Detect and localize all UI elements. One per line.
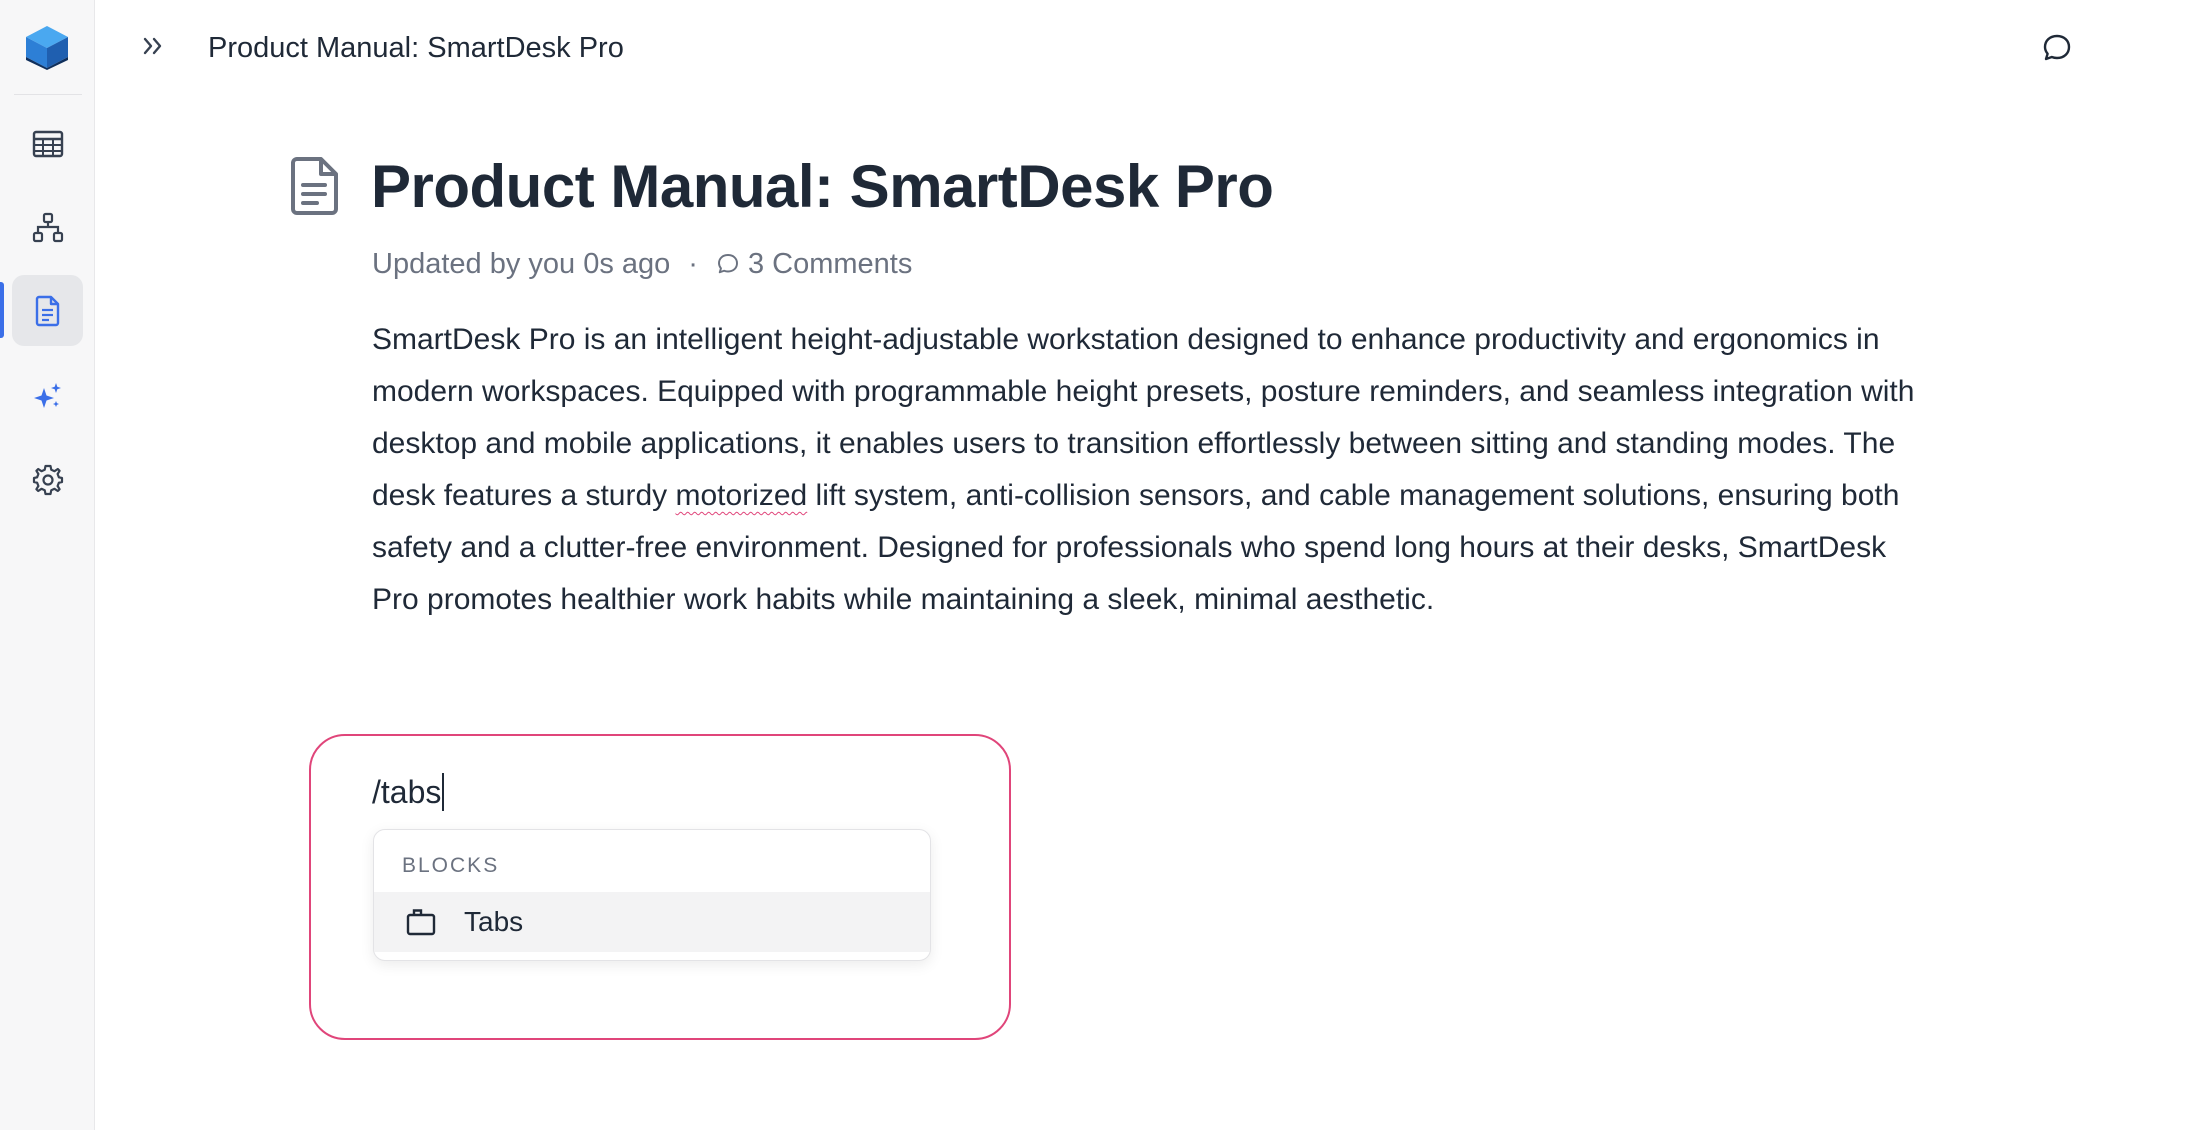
slash-command-text: /tabs [372, 774, 442, 810]
misspelled-word[interactable]: motorized [676, 479, 808, 512]
slash-command-input[interactable]: /tabs [372, 772, 445, 812]
sidebar-item-ai[interactable] [12, 360, 83, 431]
meta-separator: · [688, 248, 698, 280]
comments-link[interactable]: 3 Comments [716, 244, 912, 284]
top-header: Product Manual: SmartDesk Pro [95, 0, 2190, 96]
comments-count: 3 Comments [747, 248, 913, 280]
updated-info: Updated by you 0s ago [372, 248, 671, 280]
sidebar-divider [14, 94, 82, 95]
app-logo-icon[interactable] [24, 24, 70, 70]
text-caret [442, 773, 445, 811]
slash-command-menu: BLOCKS Tabs [373, 829, 931, 961]
header-title: Product Manual: SmartDesk Pro [208, 32, 624, 64]
page-document-icon [289, 156, 341, 216]
chevrons-right-icon [143, 37, 162, 55]
active-indicator [0, 282, 4, 338]
menu-item-label: Tabs [464, 906, 524, 937]
document-body[interactable]: SmartDesk Pro is an intelligent height-a… [372, 314, 1932, 626]
comment-bubble-icon [2043, 34, 2071, 61]
sidebar-item-schema[interactable] [12, 192, 83, 263]
sparkles-icon [33, 382, 61, 408]
sidebar-item-settings[interactable] [12, 444, 83, 515]
hierarchy-icon [32, 212, 63, 242]
document-icon [35, 295, 59, 326]
document-meta: Updated by you 0s ago · 3 Comments [372, 244, 912, 284]
sidebar-item-docs[interactable] [12, 275, 83, 346]
table-grid-icon [32, 130, 63, 157]
gear-icon [32, 464, 63, 495]
comment-icon [717, 254, 738, 274]
menu-item-tabs[interactable]: Tabs [374, 892, 930, 952]
tabs-icon [406, 909, 436, 936]
sidebar [0, 0, 95, 1130]
expand-sidebar-button[interactable] [135, 28, 171, 64]
page-title[interactable]: Product Manual: SmartDesk Pro [371, 148, 1274, 226]
comments-button[interactable] [2035, 26, 2079, 70]
menu-section-label: BLOCKS [402, 854, 500, 877]
body-paragraph[interactable]: SmartDesk Pro is an intelligent height-a… [372, 314, 1932, 626]
sidebar-item-tables[interactable] [12, 108, 83, 179]
